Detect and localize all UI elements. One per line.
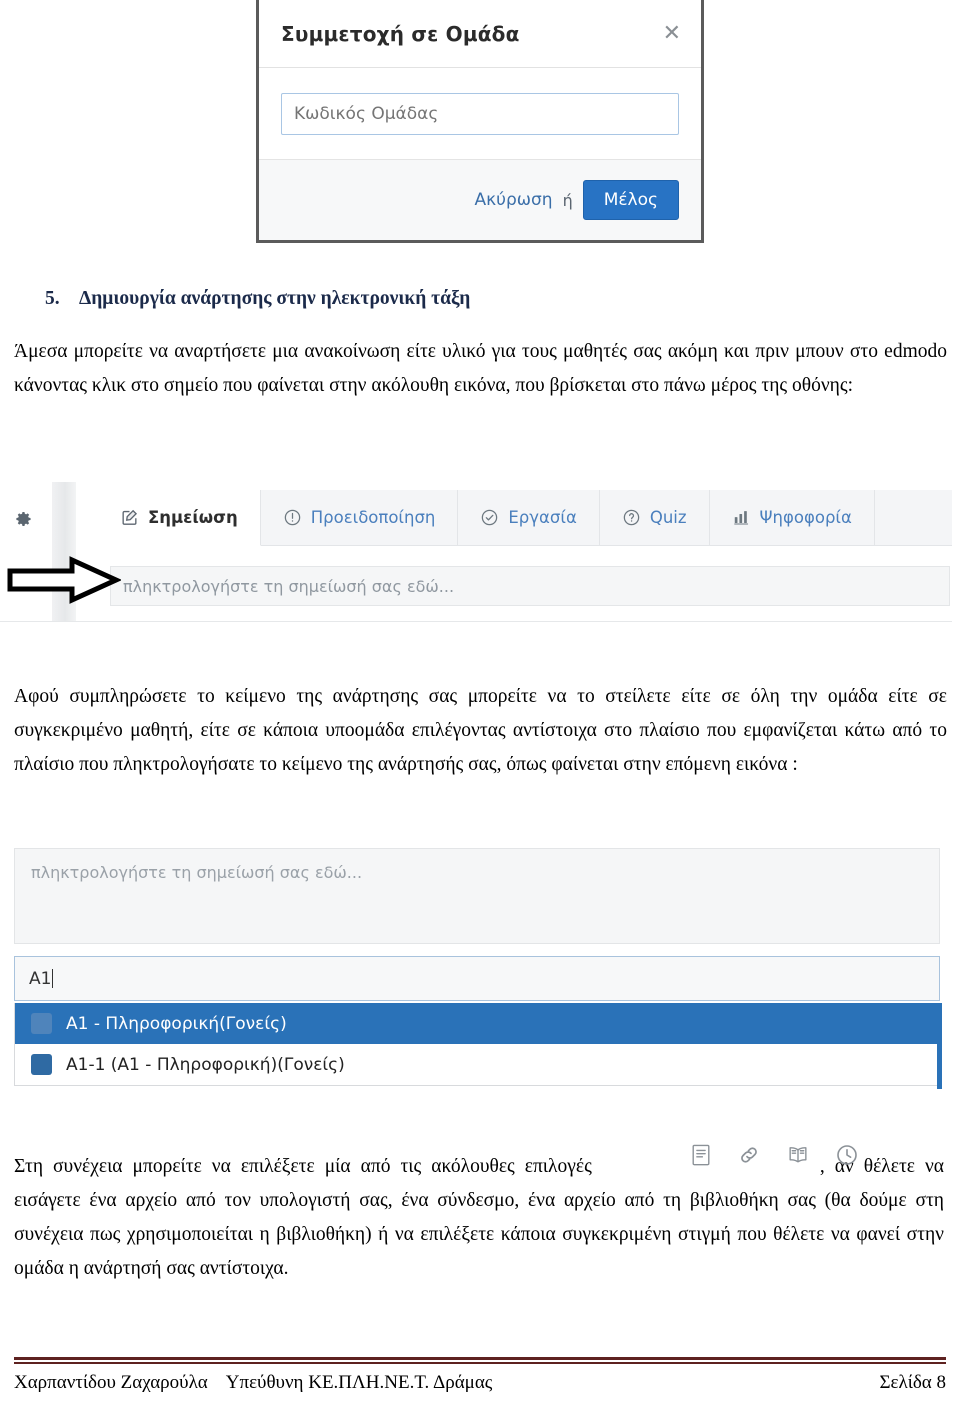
question-circle-icon — [622, 508, 641, 527]
tab-assignment-label: Εργασία — [508, 508, 577, 527]
tab-alert[interactable]: Προειδοποίηση — [260, 490, 459, 546]
tab-poll-label: Ψηφοφορία — [759, 508, 852, 527]
attachment-icon-row — [690, 1143, 859, 1167]
tab-alert-label: Προειδοποίηση — [310, 508, 436, 527]
check-circle-icon — [480, 508, 499, 527]
join-member-button[interactable]: Μέλος — [582, 180, 679, 220]
note-composer-box[interactable]: πληκτρολογήστε τη σημείωσή σας εδώ... — [14, 848, 940, 944]
cancel-link[interactable]: Ακύρωση — [475, 190, 553, 210]
paragraph-attachments: Στη συνέχεια μπορείτε να επιλέξετε μία α… — [14, 1150, 944, 1286]
dropdown-scrollbar[interactable] — [937, 1003, 942, 1089]
section-heading: 5. Δημιουργία ανάρτησης στην ηλεκτρονική … — [45, 288, 925, 310]
section-number: 5. — [45, 288, 60, 309]
clock-schedule-icon[interactable] — [835, 1143, 859, 1167]
tab-note-label: Σημείωση — [148, 508, 238, 527]
page-footer: Χαρπαντίδου Ζαχαρούλα Υπεύθυνη ΚΕ.ΠΛΗ.ΝΕ.… — [14, 1372, 946, 1394]
or-label: ή — [562, 190, 573, 210]
composer-input[interactable]: πληκτρολογήστε τη σημείωσή σας εδώ... — [110, 566, 950, 606]
toolbar-tabs-spacer — [874, 490, 952, 546]
close-icon[interactable]: ✕ — [663, 22, 681, 45]
post-toolbar-screenshot: Σημείωση Προειδοποίηση Εργασία Quiz Ψηφο… — [0, 482, 952, 622]
recipient-combobox-value: A1 — [29, 968, 52, 989]
dropdown-option-2[interactable]: A1-1 (A1 - Πληροφορική)(Γονείς) — [15, 1044, 939, 1085]
tab-assignment[interactable]: Εργασία — [458, 490, 600, 546]
file-document-icon[interactable] — [690, 1143, 712, 1167]
gear-icon[interactable] — [12, 508, 34, 530]
paragraph-intro: Άμεσα μπορείτε να αναρτήσετε μια ανακοίν… — [14, 341, 947, 396]
group-color-swatch — [31, 1054, 52, 1075]
footer-role: Υπεύθυνη ΚΕ.ΠΛΗ.ΝΕ.Τ. Δράμας — [225, 1372, 493, 1393]
tab-poll[interactable]: Ψηφοφορία — [709, 490, 875, 546]
dropdown-option-1-label: A1 - Πληροφορική(Γονείς) — [66, 1013, 287, 1034]
right-arrow-annotation — [6, 556, 123, 604]
footer-left: Χαρπαντίδου Ζαχαρούλα Υπεύθυνη ΚΕ.ΠΛΗ.ΝΕ.… — [14, 1372, 510, 1394]
section-heading-text: Δημιουργία ανάρτησης στην ηλεκτρονική τά… — [79, 288, 471, 309]
link-chain-icon[interactable] — [737, 1143, 761, 1167]
dropdown-option-2-label: A1-1 (A1 - Πληροφορική)(Γονείς) — [66, 1054, 345, 1075]
paragraph-middle: Αφού συμπληρώσετε το κείμενο της ανάρτησ… — [14, 686, 947, 775]
dialog-title: Συμμετοχή σε Ομάδα — [281, 21, 520, 46]
note-pencil-icon — [120, 508, 139, 527]
text-caret — [52, 969, 54, 988]
paragraph-attachments-before: Στη συνέχεια μπορείτε να επιλέξετε μία α… — [14, 1156, 592, 1177]
post-type-tabs: Σημείωση Προειδοποίηση Εργασία Quiz Ψηφο… — [98, 490, 952, 546]
footer-page-number: Σελίδα 8 — [879, 1372, 946, 1393]
footer-divider — [14, 1357, 946, 1364]
group-code-input[interactable] — [281, 92, 679, 135]
recipient-picker-screenshot: πληκτρολογήστε τη σημείωσή σας εδώ... A1… — [14, 848, 942, 1093]
dialog-footer: Ακύρωση ή Μέλος — [259, 160, 701, 240]
tab-quiz-label: Quiz — [649, 508, 687, 527]
bar-chart-icon — [732, 508, 751, 527]
join-group-dialog-screenshot: Συμμετοχή σε Ομάδα ✕ Ακύρωση ή Μέλος — [256, 0, 704, 243]
dropdown-option-1[interactable]: A1 - Πληροφορική(Γονείς) — [15, 1003, 939, 1044]
library-book-icon[interactable] — [786, 1143, 810, 1167]
alert-exclamation-icon — [283, 508, 302, 527]
group-color-swatch — [31, 1013, 52, 1034]
footer-author: Χαρπαντίδου Ζαχαρούλα — [14, 1372, 208, 1393]
toolbar-bottom-divider — [0, 621, 952, 622]
recipient-dropdown-list: A1 - Πληροφορική(Γονείς) A1-1 (A1 - Πληρ… — [14, 1003, 940, 1086]
dialog-header: Συμμετοχή σε Ομάδα ✕ — [259, 0, 701, 68]
tab-quiz[interactable]: Quiz — [599, 490, 710, 546]
recipient-combobox[interactable]: A1 — [14, 956, 940, 1001]
dialog-body — [259, 68, 701, 160]
tab-note[interactable]: Σημείωση — [98, 490, 261, 546]
